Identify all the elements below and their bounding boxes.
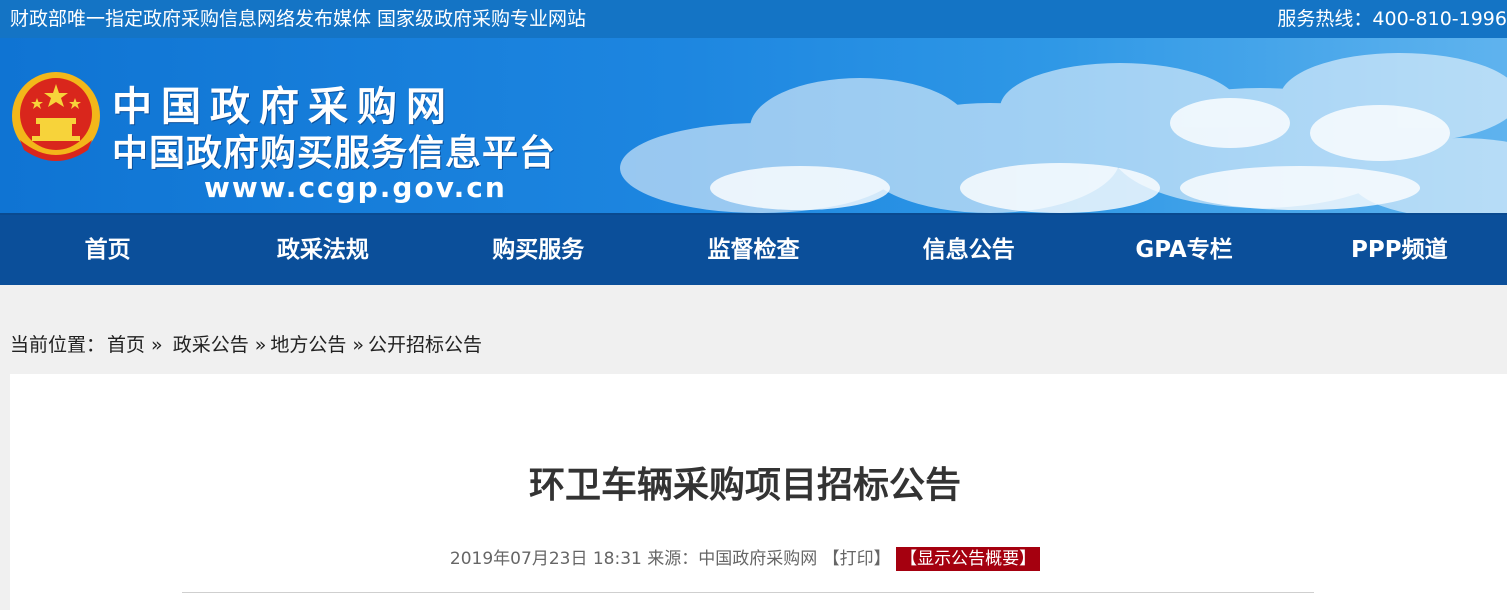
article-meta: 2019年07月23日 18:31 来源：中国政府采购网 【打印】 【显示公告概… [10, 544, 1480, 571]
breadcrumb: 当前位置： 首页» 政采公告» 地方公告» 公开招标公告 [10, 330, 484, 357]
main-nav: 首页 政采法规 购买服务 监督检查 信息公告 GPA专栏 PPP频道 [0, 213, 1507, 285]
breadcrumb-separator: » [151, 334, 163, 356]
breadcrumb-link-open-tender[interactable]: 公开招标公告 [368, 334, 482, 356]
top-info-bar: 财政部唯一指定政府采购信息网络发布媒体 国家级政府采购专业网站 服务热线：400… [0, 0, 1507, 38]
breadcrumb-link-local-announcements[interactable]: 地方公告 [270, 334, 346, 356]
article-panel: 环卫车辆采购项目招标公告 2019年07月23日 18:31 来源：中国政府采购… [10, 374, 1507, 610]
site-slogan: 财政部唯一指定政府采购信息网络发布媒体 国家级政府采购专业网站 [10, 8, 587, 30]
show-summary-button[interactable]: 【显示公告概要】 [896, 547, 1041, 571]
breadcrumb-separator: » [254, 334, 267, 356]
article-title: 环卫车辆采购项目招标公告 [528, 465, 961, 506]
site-logo-subtitle: 中国政府购买服务信息平台 [112, 133, 557, 174]
nav-item-gpa[interactable]: GPA专栏 [1076, 215, 1291, 285]
header-banner: 中国政府采购网 中国政府购买服务信息平台 www.ccgp.gov.cn [0, 38, 1507, 213]
service-hotline: 服务热线：400-810-1996 [1277, 8, 1507, 30]
nav-item-purchase-services[interactable]: 购买服务 [431, 215, 646, 285]
breadcrumb-link-home[interactable]: 首页 [107, 334, 145, 356]
nav-item-ppp[interactable]: PPP频道 [1292, 215, 1507, 285]
print-link[interactable]: 【打印】 [823, 549, 891, 569]
nav-item-supervision[interactable]: 监督检查 [646, 215, 861, 285]
nav-item-regulations[interactable]: 政采法规 [215, 215, 430, 285]
divider [182, 592, 1314, 593]
breadcrumb-link-procurement-announcements[interactable]: 政采公告 [173, 334, 249, 356]
breadcrumb-separator: » [352, 334, 364, 356]
nav-item-announcements[interactable]: 信息公告 [861, 215, 1076, 285]
article-source: 来源：中国政府采购网 [647, 549, 818, 569]
national-emblem-icon [12, 72, 100, 161]
site-logo-url: www.ccgp.gov.cn [204, 171, 507, 204]
nav-item-home[interactable]: 首页 [0, 215, 215, 285]
article-date: 2019年07月23日 18:31 [449, 549, 642, 569]
breadcrumb-prefix: 当前位置： [10, 334, 106, 356]
